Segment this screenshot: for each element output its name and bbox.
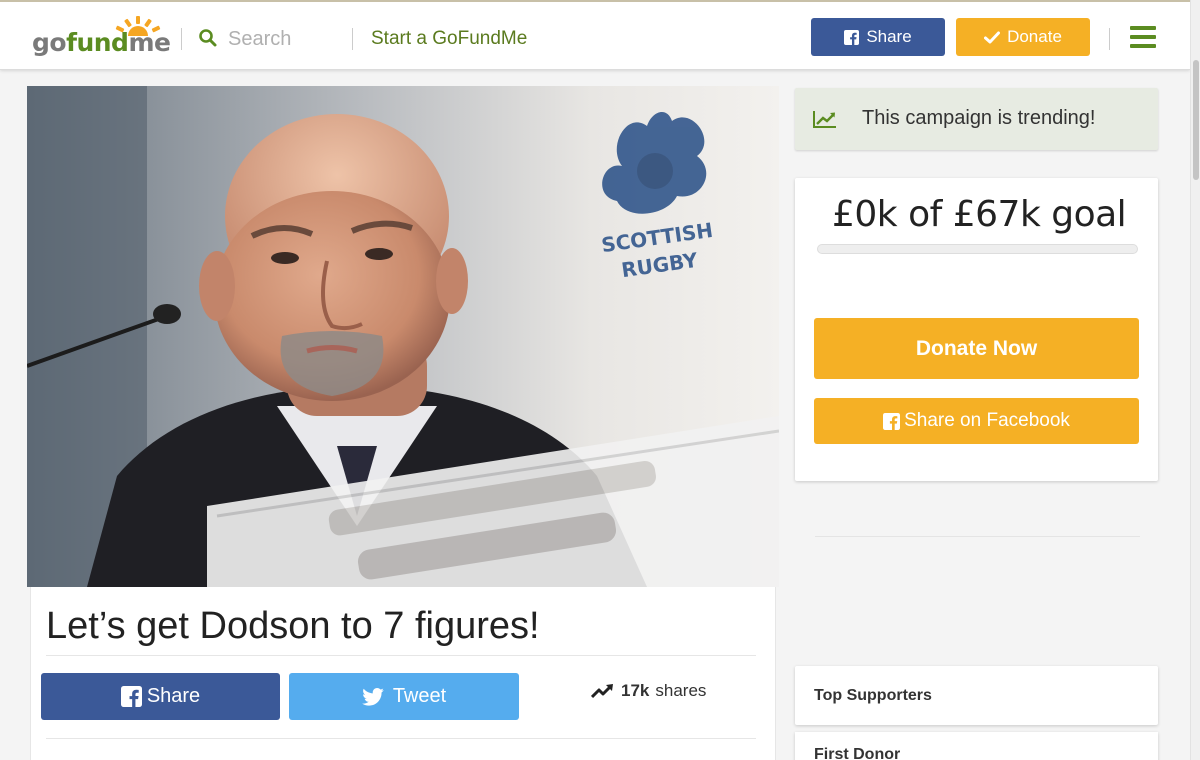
gofundme-logo[interactable]: gofundme: [32, 16, 171, 57]
first-donor-heading: First Donor: [814, 746, 901, 760]
facebook-icon: [883, 412, 901, 430]
top-supporters-card: Top Supporters: [795, 666, 1158, 725]
campaign-title: Let’s get Dodson to 7 figures!: [46, 605, 540, 647]
scrollbar-thumb[interactable]: [1193, 60, 1199, 180]
header-divider: [181, 28, 182, 50]
share-on-facebook-button[interactable]: Share on Facebook: [814, 398, 1139, 444]
search-icon[interactable]: [198, 28, 218, 48]
divider: [815, 536, 1140, 537]
tweet-label: Tweet: [392, 685, 447, 707]
trending-text: This campaign is trending!: [862, 107, 1096, 129]
search-input[interactable]: [228, 24, 338, 54]
share-count-value: 17k: [621, 681, 650, 700]
facebook-share-button[interactable]: Share: [41, 673, 280, 720]
tweet-button[interactable]: Tweet: [289, 673, 519, 720]
facebook-share-label: Share: [146, 685, 201, 707]
header-divider: [1109, 28, 1110, 50]
donate-button[interactable]: Donate: [956, 18, 1090, 56]
donation-card: £0k of £67k goal Donate Now Share on Fac…: [795, 178, 1158, 481]
donate-button-label: Donate: [1007, 27, 1062, 46]
facebook-icon: [844, 29, 860, 45]
twitter-icon: [362, 687, 384, 706]
campaign-photo: SCOTTISH RUGBY: [27, 86, 779, 587]
share-button[interactable]: Share: [811, 18, 945, 56]
divider: [46, 738, 756, 739]
top-supporters-heading: Top Supporters: [814, 687, 932, 704]
goal-progress-bar: [817, 244, 1138, 254]
facebook-icon: [120, 686, 142, 707]
campaign-details-card: Let’s get Dodson to 7 figures! Share Twe…: [30, 587, 776, 760]
trending-chart-icon: [813, 111, 836, 128]
first-donor-card: First Donor: [795, 732, 1158, 760]
share-on-facebook-label: Share on Facebook: [904, 410, 1070, 431]
donate-now-button[interactable]: Donate Now: [814, 318, 1139, 379]
start-gofundme-link[interactable]: Start a GoFundMe: [371, 28, 527, 50]
logo-wordmark: gofundme: [32, 28, 171, 57]
check-icon: [984, 31, 1001, 43]
trending-up-icon: [591, 684, 613, 699]
divider: [46, 655, 756, 656]
header-divider: [352, 28, 353, 50]
share-count-label: shares: [655, 681, 707, 700]
hamburger-menu-icon[interactable]: [1130, 26, 1158, 48]
share-button-label: Share: [866, 27, 912, 46]
top-navbar: gofundme Start a GoFundMe Share Donate: [0, 0, 1190, 70]
page-scrollbar[interactable]: [1190, 0, 1200, 760]
share-count: 17k shares: [591, 681, 706, 701]
goal-amount: £0k of £67k goal: [832, 194, 1127, 235]
trending-banner: This campaign is trending!: [795, 88, 1158, 150]
